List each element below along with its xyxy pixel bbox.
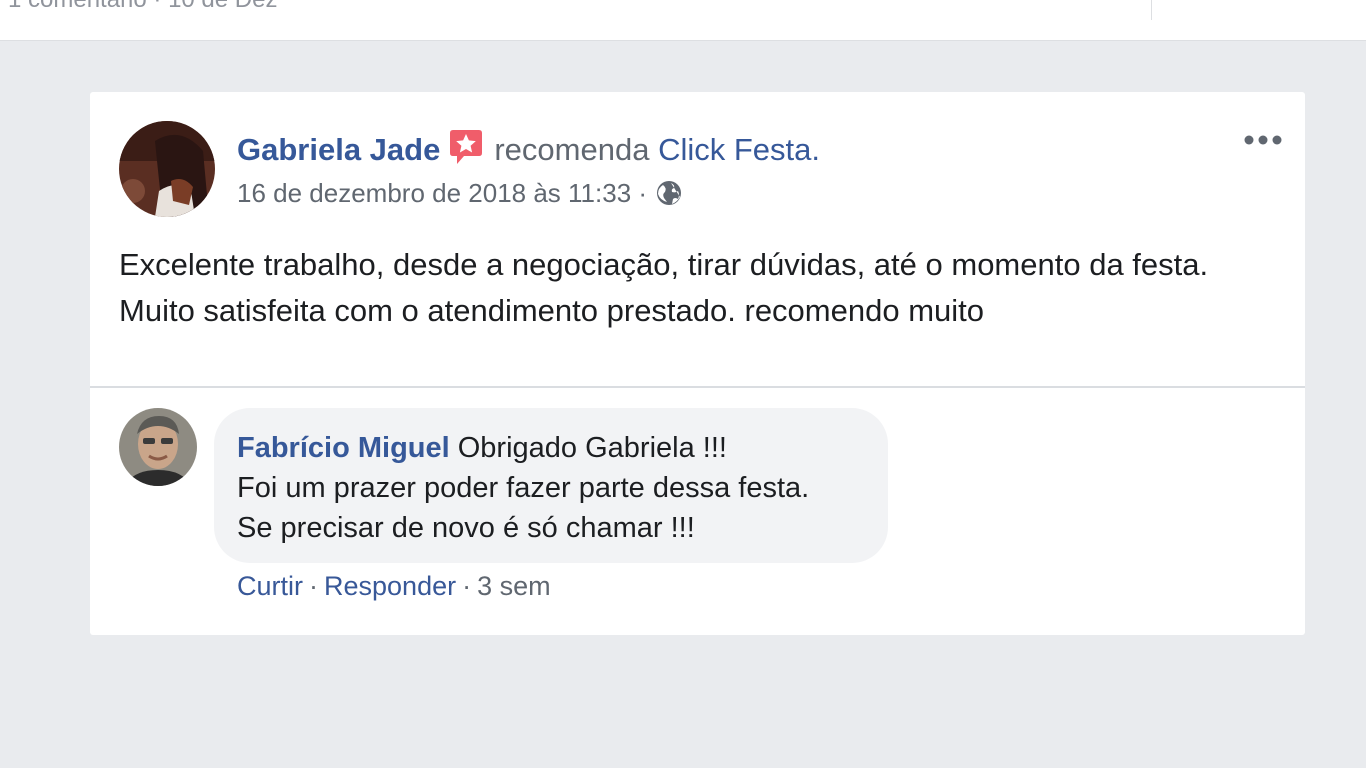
comment-time[interactable]: 3 sem <box>477 571 551 601</box>
recommendation-icon <box>448 128 484 166</box>
divider <box>1151 0 1152 20</box>
author-name-link[interactable]: Gabriela Jade <box>237 132 440 167</box>
comment-line-2: Foi um prazer poder fazer parte dessa fe… <box>237 472 810 504</box>
post-headline: Gabriela Jade recomenda Click Festa. <box>237 128 820 168</box>
divider <box>90 386 1305 388</box>
more-options-icon[interactable] <box>1243 128 1287 152</box>
action-separator: · <box>309 571 318 601</box>
comment-line-1: Obrigado Gabriela !!! <box>457 432 727 464</box>
action-separator: · <box>462 571 472 601</box>
comment-bubble: Fabrício Miguel Obrigado Gabriela !!! Fo… <box>214 408 888 563</box>
post-body: Excelente trabalho, desde a negociação, … <box>119 247 1209 328</box>
author-avatar[interactable] <box>119 121 215 217</box>
page-name-link[interactable]: Click Festa. <box>658 132 820 167</box>
globe-icon[interactable] <box>654 178 684 208</box>
review-post-card: Gabriela Jade recomenda Click Festa. 16 … <box>90 92 1305 635</box>
previous-post-meta: 1 comentário · 10 de Dez <box>8 0 277 14</box>
comment-line-3: Se precisar de novo é só chamar !!! <box>237 512 695 544</box>
meta-separator: · <box>638 178 648 208</box>
like-button[interactable]: Curtir <box>237 571 303 601</box>
reply-button[interactable]: Responder <box>324 571 456 601</box>
post-timestamp[interactable]: 16 de dezembro de 2018 às 11:33 <box>237 178 631 208</box>
action-text: recomenda <box>494 132 650 167</box>
commenter-avatar[interactable] <box>119 408 197 486</box>
commenter-name-link[interactable]: Fabrício Miguel <box>237 432 450 464</box>
previous-post-footer: 1 comentário · 10 de Dez <box>0 0 1366 41</box>
comment-actions: Curtir · Responder · 3 sem <box>237 570 551 602</box>
post-meta: 16 de dezembro de 2018 às 11:33 · <box>237 177 684 209</box>
comment-text: Fabrício Miguel Obrigado Gabriela !!! Fo… <box>237 428 809 548</box>
